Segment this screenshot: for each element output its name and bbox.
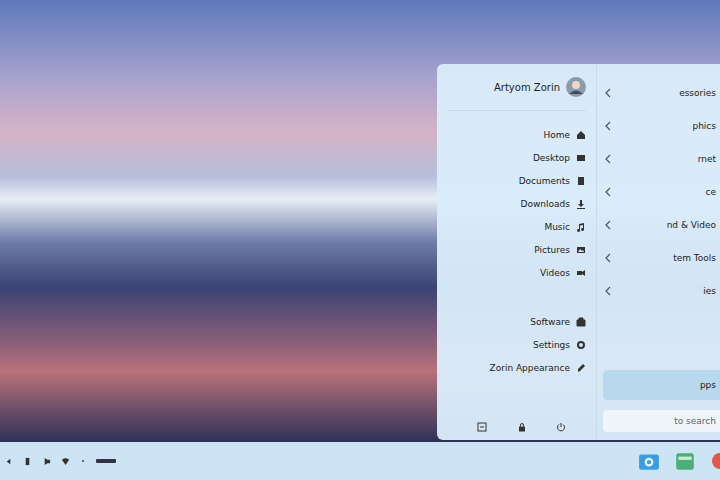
doc-icon xyxy=(576,176,586,186)
desktop-icon xyxy=(576,153,586,163)
logout-icon[interactable] xyxy=(477,422,487,432)
categories-column: essoriesphicsrnetcend & Videotem Toolsie… xyxy=(597,64,720,440)
all-apps-button[interactable]: pps xyxy=(603,370,720,400)
system-item[interactable]: Settings xyxy=(447,333,586,356)
software-icon xyxy=(576,317,586,327)
chevron-icon xyxy=(605,154,611,164)
place-item[interactable]: Downloads xyxy=(447,192,586,215)
arrow-icon[interactable] xyxy=(4,457,13,466)
place-item[interactable]: Desktop xyxy=(447,146,586,169)
system-tray xyxy=(4,457,116,466)
browser-app-icon[interactable] xyxy=(710,450,720,472)
system-item[interactable]: Software xyxy=(447,310,586,333)
chevron-icon xyxy=(605,121,611,131)
gear-icon xyxy=(576,340,586,350)
brush-icon xyxy=(576,363,586,373)
category-item[interactable]: ce xyxy=(603,175,720,208)
category-item[interactable]: phics xyxy=(603,109,720,142)
download-icon xyxy=(576,199,586,209)
user-row[interactable]: Artyom Zorin xyxy=(447,74,586,111)
places-column: Artyom Zorin HomeDesktopDocumentsDownload… xyxy=(437,64,597,440)
category-item[interactable]: essories xyxy=(603,76,720,109)
lock-icon[interactable] xyxy=(517,422,527,432)
wallpaper: Artyom Zorin HomeDesktopDocumentsDownload… xyxy=(0,0,720,442)
dot-icon xyxy=(80,458,86,464)
place-item[interactable]: Videos xyxy=(447,261,586,284)
chevron-icon xyxy=(605,220,611,230)
place-item[interactable]: Documents xyxy=(447,169,586,192)
system-list: SoftwareSettingsZorin Appearance xyxy=(447,284,586,379)
music-icon xyxy=(576,222,586,232)
picture-icon xyxy=(576,245,586,255)
pinned-apps xyxy=(638,450,720,472)
category-item[interactable]: tem Tools xyxy=(603,241,720,274)
category-list: essoriesphicsrnetcend & Videotem Toolsie… xyxy=(603,76,720,307)
session-buttons xyxy=(447,422,586,432)
system-item[interactable]: Zorin Appearance xyxy=(447,356,586,379)
network-icon[interactable] xyxy=(61,457,70,466)
place-item[interactable]: Music xyxy=(447,215,586,238)
places-list: HomeDesktopDocumentsDownloadsMusicPictur… xyxy=(447,111,586,284)
avatar-icon xyxy=(566,77,586,97)
category-item[interactable]: nd & Video xyxy=(603,208,720,241)
category-item[interactable]: ies xyxy=(603,274,720,307)
place-item[interactable]: Pictures xyxy=(447,238,586,261)
volume-icon[interactable] xyxy=(42,457,51,466)
camera-app-icon[interactable] xyxy=(638,450,660,472)
video-icon xyxy=(576,268,586,278)
files-app-icon[interactable] xyxy=(674,450,696,472)
category-item[interactable]: rnet xyxy=(603,142,720,175)
start-menu: Artyom Zorin HomeDesktopDocumentsDownload… xyxy=(437,64,720,440)
chevron-icon xyxy=(605,286,611,296)
place-item[interactable]: Home xyxy=(447,123,586,146)
battery-icon[interactable] xyxy=(23,457,32,466)
power-icon[interactable] xyxy=(556,422,566,432)
taskbar xyxy=(0,442,720,480)
home-icon xyxy=(576,130,586,140)
search-field[interactable]: to search xyxy=(603,410,720,432)
chevron-icon xyxy=(605,187,611,197)
user-name: Artyom Zorin xyxy=(494,82,560,93)
desktop: Artyom Zorin HomeDesktopDocumentsDownload… xyxy=(0,0,720,480)
chevron-icon xyxy=(605,88,611,98)
chevron-icon xyxy=(605,253,611,263)
clock-icon[interactable] xyxy=(96,458,116,464)
